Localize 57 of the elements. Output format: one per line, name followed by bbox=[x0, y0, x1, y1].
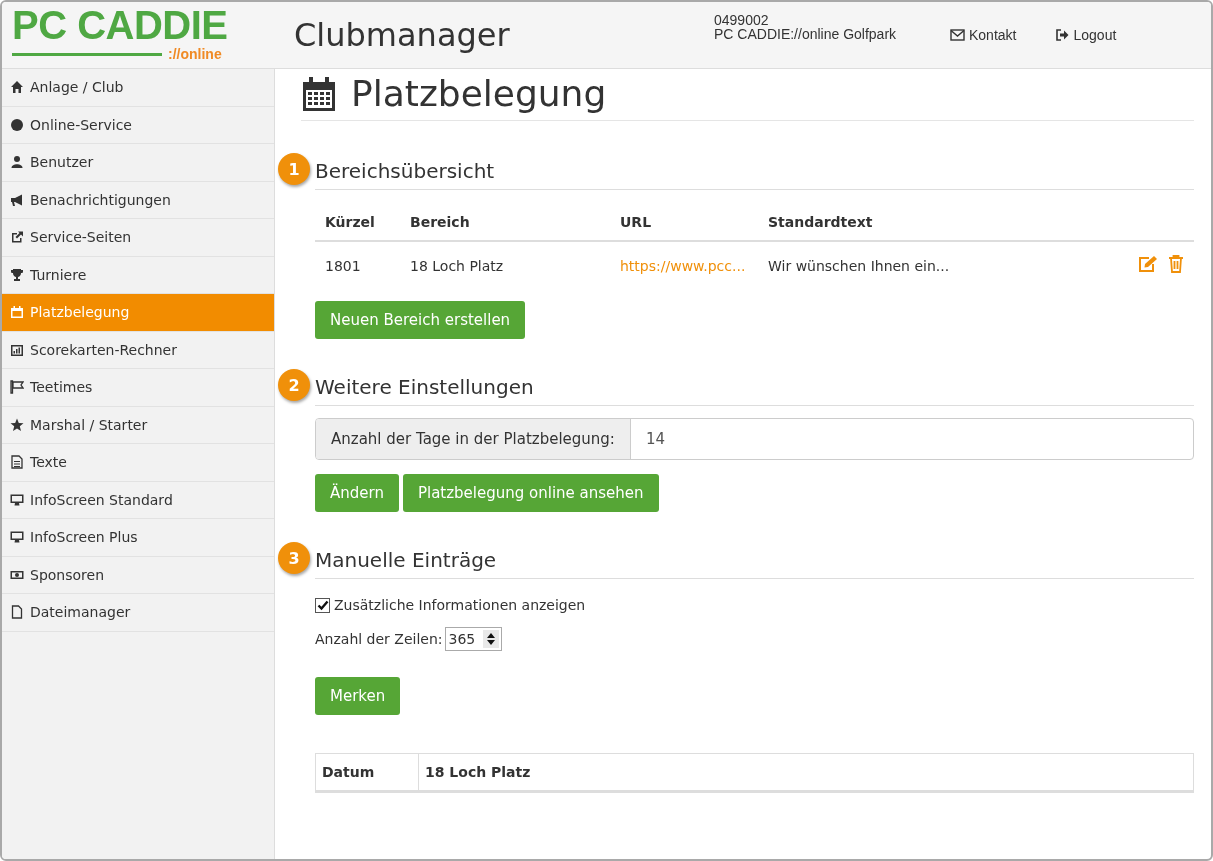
bar-chart-icon bbox=[10, 342, 24, 357]
rows-label: Anzahl der Zeilen: bbox=[315, 631, 443, 647]
sidebar-item[interactable]: Marshal / Starter bbox=[2, 406, 274, 444]
sidebar-item[interactable]: InfoScreen Plus bbox=[2, 519, 274, 557]
external-link-icon bbox=[10, 230, 24, 245]
sidebar-item[interactable]: InfoScreen Standard bbox=[2, 481, 274, 519]
page-title: Platzbelegung bbox=[351, 73, 607, 114]
sidebar-item[interactable]: Teetimes bbox=[2, 369, 274, 407]
file-icon bbox=[10, 605, 24, 620]
column-header: Bereich bbox=[400, 204, 610, 241]
calendar-icon bbox=[10, 305, 24, 320]
club-name: PC CADDIE://online Golfpark bbox=[714, 27, 898, 41]
checkbox[interactable] bbox=[315, 597, 330, 613]
column-header: Datum bbox=[315, 753, 419, 792]
column-header: URL bbox=[610, 204, 758, 241]
spinner-arrows-icon[interactable] bbox=[483, 630, 500, 648]
sidebar-item[interactable]: Benachrichtigungen bbox=[2, 181, 274, 219]
sidebar-item[interactable]: Texte bbox=[2, 444, 274, 482]
section-title: Weitere Einstellungen bbox=[315, 375, 534, 399]
megaphone-icon bbox=[10, 192, 24, 207]
flag-icon bbox=[10, 380, 24, 395]
calendar-icon bbox=[301, 75, 337, 112]
trophy-icon bbox=[10, 267, 24, 282]
step-number-badge: 1 bbox=[278, 153, 310, 185]
monitor-icon bbox=[10, 530, 24, 545]
step-number-badge: 3 bbox=[278, 542, 310, 574]
monitor-icon bbox=[10, 492, 24, 507]
section-title: Manuelle Einträge bbox=[315, 548, 497, 572]
sidebar-item[interactable]: Service-Seiten bbox=[2, 219, 274, 257]
home-icon bbox=[10, 80, 24, 95]
logout-link[interactable]: Logout bbox=[1056, 27, 1117, 43]
sidebar-item[interactable]: Scorekarten-Rechner bbox=[2, 331, 274, 369]
table-cell: 1801 bbox=[315, 241, 400, 289]
column-header: 18 Loch Platz bbox=[418, 753, 1194, 792]
column-header: Kürzel bbox=[315, 204, 400, 241]
envelope-icon bbox=[950, 29, 965, 41]
logout-icon bbox=[1056, 29, 1070, 41]
number-field[interactable]: 365 bbox=[445, 627, 503, 651]
table-cell: Wir wünschen Ihnen ein... bbox=[758, 241, 1079, 289]
days-input-group[interactable]: Anzahl der Tage in der Platzbelegung: 14 bbox=[315, 418, 1194, 460]
logo: PC CADDIE ://online bbox=[11, 2, 229, 62]
table-cell: 18 Loch Platz bbox=[400, 241, 610, 289]
section-title: Bereichsübersicht bbox=[315, 159, 495, 183]
app-title: Clubmanager bbox=[294, 16, 511, 54]
document-icon bbox=[10, 455, 24, 470]
sidebar-item[interactable]: Sponsoren bbox=[2, 556, 274, 594]
sidebar-item[interactable]: Dateimanager bbox=[2, 594, 274, 632]
user-icon bbox=[10, 155, 24, 170]
sidebar-item[interactable]: Online-Service bbox=[2, 106, 274, 144]
checkbox-label: Zusätzliche Informationen anzeigen bbox=[334, 597, 586, 613]
column-header: Standardtext bbox=[758, 204, 1079, 241]
sidebar-item[interactable]: Benutzer bbox=[2, 144, 274, 182]
contact-link[interactable]: Kontakt bbox=[950, 27, 1017, 43]
step-number-badge: 2 bbox=[278, 369, 310, 401]
sidebar-item[interactable]: Anlage / Club bbox=[2, 69, 274, 107]
club-number: 0499002 bbox=[714, 13, 770, 27]
star-icon bbox=[10, 417, 24, 432]
